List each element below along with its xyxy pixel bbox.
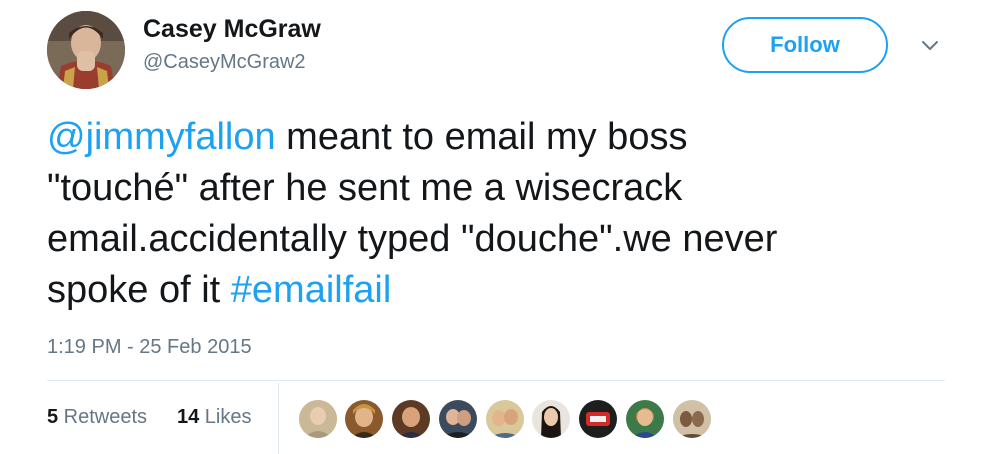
retweets-label: Retweets — [58, 406, 148, 428]
liker-avatar[interactable] — [531, 399, 571, 439]
tweet-text-segment: spoke of it — [47, 269, 231, 311]
tweet-text: @jimmyfallon meant to email my boss "tou… — [47, 112, 947, 316]
divider — [47, 380, 945, 381]
timestamp[interactable]: 1:19 PM - 25 Feb 2015 — [47, 336, 252, 359]
retweets-stat[interactable]: 5 Retweets — [47, 406, 147, 429]
liker-avatar[interactable] — [391, 399, 431, 439]
liker-avatar[interactable] — [485, 399, 525, 439]
tweet-text-segment: meant to email my boss — [275, 116, 688, 158]
follow-button[interactable]: Follow — [722, 17, 888, 73]
likes-stat[interactable]: 14 Likes — [177, 406, 252, 429]
chevron-down-icon[interactable] — [920, 36, 940, 56]
stats-divider — [278, 383, 279, 454]
user-handle[interactable]: @CaseyMcGraw2 — [143, 51, 306, 74]
liker-avatar[interactable] — [438, 399, 478, 439]
retweets-count: 5 — [47, 406, 59, 428]
tweet-line: spoke of it #emailfail — [47, 265, 947, 316]
liker-avatar[interactable] — [672, 399, 712, 439]
liker-avatar[interactable] — [344, 399, 384, 439]
avatar-image — [47, 11, 125, 89]
liker-avatar[interactable] — [578, 399, 618, 439]
tweet-line: email.accidentally typed "douche".we nev… — [47, 218, 778, 260]
liker-avatar[interactable] — [298, 399, 338, 439]
hashtag-link[interactable]: #emailfail — [231, 269, 392, 311]
tweet-line: @jimmyfallon meant to email my boss — [47, 112, 947, 163]
display-name[interactable]: Casey McGraw — [143, 15, 321, 44]
liker-avatar[interactable] — [625, 399, 665, 439]
mention-link[interactable]: @jimmyfallon — [47, 116, 276, 158]
likes-count: 14 — [177, 406, 200, 428]
likes-label: Likes — [199, 406, 252, 428]
tweet-line: "touché" after he sent me a wisecrack — [47, 167, 683, 209]
avatar[interactable] — [47, 11, 125, 89]
